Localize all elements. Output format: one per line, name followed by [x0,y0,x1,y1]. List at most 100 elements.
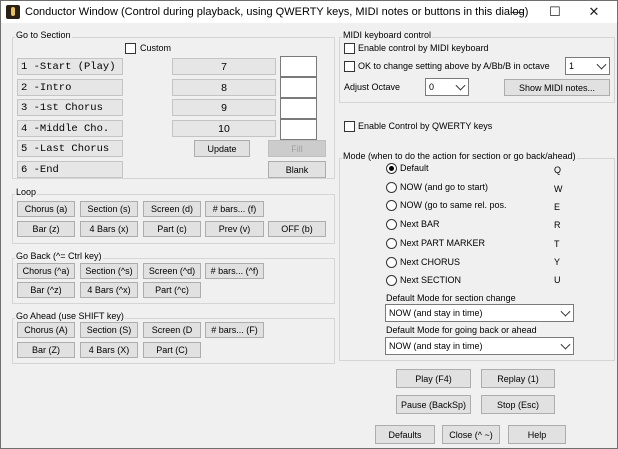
bar-input-7[interactable] [280,56,317,77]
mode-option-key: T [554,239,560,249]
mode-option-label: Next CHORUS [400,257,461,267]
loop-chorus-button[interactable]: Chorus (a) [17,201,75,217]
blank-button[interactable]: Blank [268,161,326,178]
section-change-label: Default Mode for section change [386,293,516,303]
bar-input-10[interactable] [280,119,317,140]
mode-option-label: NOW (and go to start) [400,182,489,192]
chevron-down-icon [560,306,571,317]
back-4bars-button[interactable]: 4 Bars (^x) [80,282,138,298]
mode-option-key: U [554,275,561,285]
ahead-section-button[interactable]: Section (S) [80,322,138,338]
ahead-part-button[interactable]: Part (C) [143,342,201,358]
ahead-screen-button[interactable]: Screen (D [143,322,201,338]
back-ahead-select[interactable]: NOW (and stay in time) [385,337,574,355]
section-button-5[interactable]: 5 -Last Chorus [17,140,123,157]
help-button[interactable]: Help [508,425,566,444]
mode-option-label: Next SECTION [400,275,462,285]
go-ahead-label: Go Ahead (use SHIFT key) [15,311,125,321]
enable-midi-label: Enable control by MIDI keyboard [358,43,489,53]
loop-bar-button[interactable]: Bar (z) [17,221,75,237]
mode-option-label: Next BAR [400,219,440,229]
close-button[interactable]: Close (^ ~) [442,425,500,444]
adjust-octave-select[interactable]: 0 [425,78,469,96]
window-title: Conductor Window (Control during playbac… [25,6,529,18]
loop-bars-button[interactable]: # bars... (f) [205,201,264,217]
loop-prev-button[interactable]: Prev (v) [205,221,264,237]
loop-screen-button[interactable]: Screen (d) [143,201,201,217]
mode-radio-next-chorus[interactable] [386,257,397,268]
section-button-10[interactable]: 10 [172,120,276,137]
loop-off-button[interactable]: OFF (b) [268,221,326,237]
adjust-octave-label: Adjust Octave [344,82,401,92]
mode-option-key: Y [554,257,561,267]
back-bars-button[interactable]: # bars... (^f) [205,263,264,279]
mode-option-label: Next PART MARKER [400,238,486,248]
octave-select[interactable]: 1 [565,57,610,75]
custom-label: Custom [140,43,172,53]
mode-radio-now-same[interactable] [386,200,397,211]
section-button-1[interactable]: 1 -Start (Play) [17,58,123,75]
ok-change-label: OK to change setting above by A/Bb/B in … [358,61,550,71]
ahead-bars-button[interactable]: # bars... (F) [205,322,264,338]
update-button[interactable]: Update [194,140,250,157]
back-bar-button[interactable]: Bar (^z) [17,282,75,298]
chevron-down-icon [455,80,466,91]
mode-radio-next-part[interactable] [386,238,397,249]
section-button-6[interactable]: 6 -End [17,161,123,178]
show-midi-notes-button[interactable]: Show MIDI notes... [504,79,610,96]
mode-option-label: NOW (go to same rel. pos. [400,200,507,210]
mode-option-key: R [554,220,561,230]
back-ahead-label: Default Mode for going back or ahead [386,325,537,335]
enable-qwerty-checkbox[interactable] [344,121,355,132]
chevron-down-icon [560,339,571,350]
goto-section-label: Go to Section [15,30,72,40]
bar-input-8[interactable] [280,77,317,98]
mode-label: Mode (when to do the action for section … [342,151,577,161]
mode-radio-next-bar[interactable] [386,219,397,230]
ahead-bar-button[interactable]: Bar (Z) [17,342,75,358]
back-part-button[interactable]: Part (^c) [143,282,201,298]
adjust-octave-value: 0 [429,82,435,92]
section-button-3[interactable]: 3 -1st Chorus [17,99,123,116]
app-icon [6,5,20,19]
midi-control-label: MIDI keyboard control [342,30,433,40]
pause-button[interactable]: Pause (BackSp) [396,395,471,414]
section-button-4[interactable]: 4 -Middle Cho. [17,120,123,137]
title-bar: Conductor Window (Control during playbac… [1,1,617,23]
loop-4bars-button[interactable]: 4 Bars (x) [80,221,138,237]
loop-section-button[interactable]: Section (s) [80,201,138,217]
loop-part-button[interactable]: Part (c) [143,221,201,237]
section-button-7[interactable]: 7 [172,58,276,75]
section-change-select[interactable]: NOW (and stay in time) [385,304,574,322]
enable-midi-checkbox[interactable] [344,43,355,54]
defaults-button[interactable]: Defaults [375,425,435,444]
close-window-button[interactable]: ✕ [574,1,614,23]
stop-button[interactable]: Stop (Esc) [481,395,555,414]
section-button-8[interactable]: 8 [172,79,276,96]
custom-checkbox[interactable] [125,43,136,54]
ahead-4bars-button[interactable]: 4 Bars (X) [80,342,138,358]
replay-button[interactable]: Replay (1) [481,369,555,388]
maximize-button[interactable]: ☐ [535,1,575,23]
mode-radio-now-start[interactable] [386,182,397,193]
mode-radio-default[interactable] [386,163,397,174]
chevron-down-icon [596,59,607,70]
back-chorus-button[interactable]: Chorus (^a) [17,263,75,279]
section-button-2[interactable]: 2 -Intro [17,79,123,96]
fill-button[interactable]: Fill [268,140,326,157]
section-change-value: NOW (and stay in time) [389,308,483,318]
back-screen-button[interactable]: Screen (^d) [143,263,201,279]
section-button-9[interactable]: 9 [172,99,276,116]
ahead-chorus-button[interactable]: Chorus (A) [17,322,75,338]
play-button[interactable]: Play (F4) [396,369,471,388]
bar-input-9[interactable] [280,98,317,119]
octave-select-value: 1 [569,61,575,71]
conductor-window: Conductor Window (Control during playbac… [0,0,618,449]
mode-radio-next-section[interactable] [386,275,397,286]
mode-option-key: W [554,184,563,194]
back-section-button[interactable]: Section (^s) [80,263,138,279]
enable-qwerty-label: Enable Control by QWERTY keys [358,121,493,131]
ok-change-checkbox[interactable] [344,61,355,72]
back-ahead-value: NOW (and stay in time) [389,341,483,351]
minimize-button[interactable]: — [497,1,537,23]
